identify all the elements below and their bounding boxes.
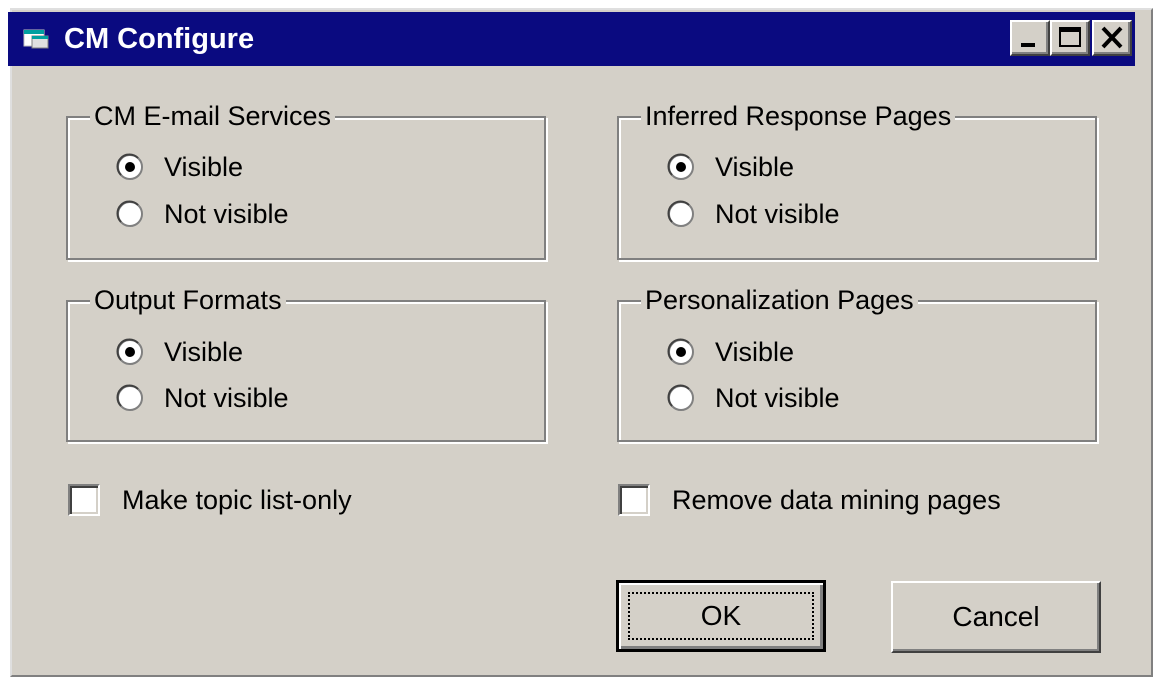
radio-unselected-icon — [667, 384, 694, 411]
ok-button[interactable]: OK — [616, 580, 826, 652]
radio-label: Visible — [715, 151, 795, 182]
checkbox-topic-list-only[interactable]: Make topic list-only — [68, 481, 352, 519]
group-output-formats: Output Formats Visible Not visible — [66, 284, 546, 442]
radio-selected-icon — [667, 338, 694, 365]
group-label: CM E-mail Services — [90, 100, 336, 132]
maximize-button[interactable] — [1050, 20, 1090, 56]
radio-label: Visible — [164, 336, 244, 367]
radio-selected-icon — [116, 153, 143, 180]
close-icon — [1101, 26, 1123, 49]
radio-personalization-visible[interactable]: Visible — [667, 334, 794, 370]
radio-email-visible[interactable]: Visible — [116, 149, 243, 185]
radio-inferred-visible[interactable]: Visible — [667, 149, 794, 185]
radio-selected-icon — [116, 338, 143, 365]
radio-email-not-visible[interactable]: Not visible — [116, 196, 289, 232]
group-email-services: CM E-mail Services Visible Not visible — [66, 100, 546, 260]
checkbox-label: Remove data mining pages — [672, 484, 1001, 515]
radio-output-not-visible[interactable]: Not visible — [116, 380, 289, 416]
window-title: CM Configure — [64, 23, 255, 55]
maximize-icon — [1059, 27, 1081, 47]
minimize-button[interactable] — [1010, 20, 1050, 56]
close-button[interactable] — [1092, 20, 1132, 56]
radio-label: Not visible — [715, 382, 840, 413]
group-label: Personalization Pages — [641, 284, 918, 316]
radio-label: Visible — [715, 336, 795, 367]
radio-label: Not visible — [715, 198, 840, 229]
group-label: Output Formats — [90, 284, 286, 316]
radio-output-visible[interactable]: Visible — [116, 334, 243, 370]
checkbox-box[interactable] — [68, 484, 100, 516]
group-label: Inferred Response Pages — [641, 100, 956, 132]
minimize-icon — [1021, 43, 1035, 47]
group-inferred-response: Inferred Response Pages Visible Not visi… — [617, 100, 1097, 260]
checkbox-remove-data-mining[interactable]: Remove data mining pages — [618, 481, 1001, 519]
radio-unselected-icon — [116, 200, 143, 227]
radio-label: Visible — [164, 151, 244, 182]
checkbox-label: Make topic list-only — [122, 484, 352, 515]
radio-personalization-not-visible[interactable]: Not visible — [667, 380, 840, 416]
group-personalization: Personalization Pages Visible Not visibl… — [617, 284, 1097, 442]
radio-label: Not visible — [164, 382, 289, 413]
ok-button-label: OK — [700, 600, 742, 631]
radio-selected-icon — [667, 153, 694, 180]
checkbox-box[interactable] — [618, 484, 650, 516]
cancel-button[interactable]: Cancel — [891, 581, 1101, 653]
radio-unselected-icon — [667, 200, 694, 227]
radio-label: Not visible — [164, 198, 289, 229]
title-bar[interactable]: CM Configure — [8, 12, 1135, 66]
cancel-button-label: Cancel — [952, 601, 1040, 632]
radio-inferred-not-visible[interactable]: Not visible — [667, 196, 840, 232]
radio-unselected-icon — [116, 384, 143, 411]
app-window-icon — [23, 29, 49, 49]
